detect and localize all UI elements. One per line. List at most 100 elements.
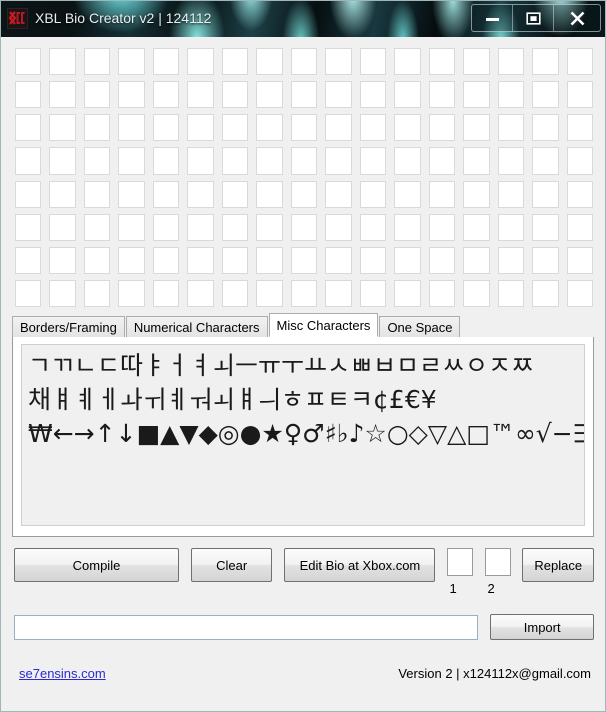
- maximize-button[interactable]: [513, 5, 554, 31]
- character-slot[interactable]: [325, 114, 352, 142]
- character-slot[interactable]: [394, 279, 421, 307]
- character-slot[interactable]: [566, 147, 593, 175]
- character-slot[interactable]: [49, 246, 76, 274]
- character-slot[interactable]: [394, 246, 421, 274]
- character-line[interactable]: 채ㅒㅖㅔㅘㅟㅖㅝㅚㅒㅢㅎㅍㅌㅋ¢£€¥: [28, 383, 582, 417]
- character-slot[interactable]: [532, 180, 559, 208]
- character-slot[interactable]: [152, 279, 180, 307]
- character-slot[interactable]: [15, 114, 42, 142]
- character-slot[interactable]: [187, 48, 214, 76]
- character-slot[interactable]: [118, 81, 145, 109]
- character-slot[interactable]: [532, 114, 559, 142]
- character-slot[interactable]: [394, 147, 421, 175]
- character-slot[interactable]: [325, 147, 352, 175]
- character-slot[interactable]: [15, 279, 42, 307]
- character-slot[interactable]: [463, 246, 490, 274]
- character-slot[interactable]: [290, 147, 318, 175]
- tab-misc-characters[interactable]: Misc Characters: [268, 313, 379, 337]
- character-slot[interactable]: [118, 213, 145, 241]
- character-slot[interactable]: [256, 246, 283, 274]
- character-slot[interactable]: [256, 114, 283, 142]
- character-slot[interactable]: [15, 213, 42, 241]
- character-slot[interactable]: [359, 147, 387, 175]
- character-slot[interactable]: [49, 114, 76, 142]
- character-slot[interactable]: [256, 48, 283, 76]
- character-slot[interactable]: [325, 48, 352, 76]
- import-button[interactable]: Import: [490, 614, 594, 640]
- website-link[interactable]: se7ensins.com: [19, 666, 106, 681]
- character-slot[interactable]: [428, 147, 456, 175]
- character-slot[interactable]: [221, 81, 249, 109]
- character-slot[interactable]: [428, 180, 456, 208]
- character-slot[interactable]: [256, 180, 283, 208]
- character-slot[interactable]: [187, 180, 214, 208]
- character-slot[interactable]: [463, 81, 490, 109]
- character-slot[interactable]: [187, 81, 214, 109]
- character-slot[interactable]: [15, 48, 42, 76]
- character-slot[interactable]: [428, 48, 456, 76]
- character-slot[interactable]: [221, 48, 249, 76]
- character-slot[interactable]: [152, 213, 180, 241]
- character-slot[interactable]: [359, 279, 387, 307]
- title-bar[interactable]: XBL Bio Creator v2 | 124112: [1, 1, 605, 37]
- character-slot[interactable]: [290, 246, 318, 274]
- character-slot[interactable]: [152, 180, 180, 208]
- character-slot[interactable]: [497, 114, 525, 142]
- character-slot[interactable]: [463, 114, 490, 142]
- character-slot[interactable]: [187, 114, 214, 142]
- character-slot[interactable]: [83, 246, 111, 274]
- character-slot[interactable]: [187, 279, 214, 307]
- character-line[interactable]: ㄱㄲㄴㄷ따ㅑㅓㅕㅚㅡㅠㅜㅛㅅㅃㅂㅁㄹㅆㅇㅈㅉ: [28, 349, 582, 383]
- character-slot[interactable]: [325, 81, 352, 109]
- character-slot[interactable]: [566, 279, 593, 307]
- character-slot[interactable]: [566, 180, 593, 208]
- character-slot[interactable]: [566, 246, 593, 274]
- character-slot[interactable]: [187, 213, 214, 241]
- character-slot[interactable]: [49, 81, 76, 109]
- tab-one-space[interactable]: One Space: [379, 316, 461, 337]
- character-slot[interactable]: [152, 147, 180, 175]
- character-slot[interactable]: [49, 147, 76, 175]
- tab-borders-framing[interactable]: Borders/Framing: [12, 316, 125, 337]
- character-list-box[interactable]: ㄱㄲㄴㄷ따ㅑㅓㅕㅚㅡㅠㅜㅛㅅㅃㅂㅁㄹㅆㅇㅈㅉ 채ㅒㅖㅔㅘㅟㅖㅝㅚㅒㅢㅎㅍㅌㅋ¢£…: [21, 344, 585, 526]
- character-slot[interactable]: [359, 246, 387, 274]
- character-slot[interactable]: [290, 279, 318, 307]
- character-slot[interactable]: [187, 246, 214, 274]
- character-slot[interactable]: [83, 180, 111, 208]
- character-slot[interactable]: [118, 48, 145, 76]
- character-slot[interactable]: [221, 147, 249, 175]
- character-slot[interactable]: [15, 147, 42, 175]
- character-slot[interactable]: [83, 279, 111, 307]
- character-slot[interactable]: [49, 180, 76, 208]
- character-slot[interactable]: [118, 147, 145, 175]
- character-line[interactable]: ₩←→↑↓■▲▼◆◎●★♀♂♯♭♪☆○◇▽△□™∞√−∋∈∇∃∂∀: [28, 417, 584, 451]
- character-slot[interactable]: [15, 246, 42, 274]
- character-slot[interactable]: [497, 279, 525, 307]
- character-slot[interactable]: [394, 114, 421, 142]
- character-slot[interactable]: [428, 81, 456, 109]
- character-slot[interactable]: [152, 246, 180, 274]
- character-slot[interactable]: [256, 279, 283, 307]
- character-slot[interactable]: [152, 81, 180, 109]
- character-slot[interactable]: [428, 246, 456, 274]
- character-slot[interactable]: [497, 81, 525, 109]
- character-slot[interactable]: [290, 81, 318, 109]
- character-slot[interactable]: [49, 48, 76, 76]
- character-slot[interactable]: [497, 246, 525, 274]
- clear-button[interactable]: Clear: [190, 548, 273, 582]
- character-slot[interactable]: [221, 246, 249, 274]
- character-slot[interactable]: [497, 48, 525, 76]
- character-slot[interactable]: [463, 147, 490, 175]
- character-slot[interactable]: [325, 279, 352, 307]
- character-slot[interactable]: [83, 81, 111, 109]
- character-slot[interactable]: [428, 114, 456, 142]
- character-slot[interactable]: [566, 114, 593, 142]
- character-slot[interactable]: [532, 81, 559, 109]
- character-slot[interactable]: [566, 213, 593, 241]
- character-slot[interactable]: [15, 81, 42, 109]
- character-slot[interactable]: [221, 180, 249, 208]
- character-slot[interactable]: [256, 81, 283, 109]
- character-slot[interactable]: [256, 147, 283, 175]
- character-slot[interactable]: [463, 48, 490, 76]
- character-slot[interactable]: [394, 81, 421, 109]
